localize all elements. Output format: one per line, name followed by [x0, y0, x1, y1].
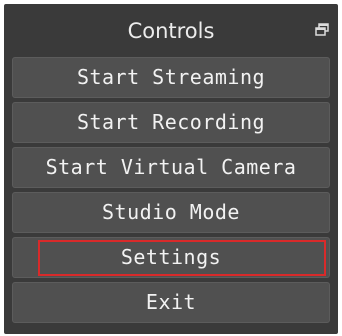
exit-button[interactable]: Exit: [12, 282, 330, 323]
start-streaming-button[interactable]: Start Streaming: [12, 57, 330, 98]
dock-header: Controls: [4, 8, 338, 52]
settings-button[interactable]: Settings: [12, 237, 330, 278]
controls-dock: Controls Start Streaming Start Recording…: [4, 4, 338, 334]
dock-title: Controls: [127, 19, 215, 43]
start-recording-button[interactable]: Start Recording: [12, 102, 330, 143]
studio-mode-button[interactable]: Studio Mode: [12, 192, 330, 233]
undock-float-icon[interactable]: [314, 22, 330, 38]
start-virtual-camera-button[interactable]: Start Virtual Camera: [12, 147, 330, 188]
controls-button-list: Start Streaming Start Recording Start Vi…: [12, 57, 330, 327]
